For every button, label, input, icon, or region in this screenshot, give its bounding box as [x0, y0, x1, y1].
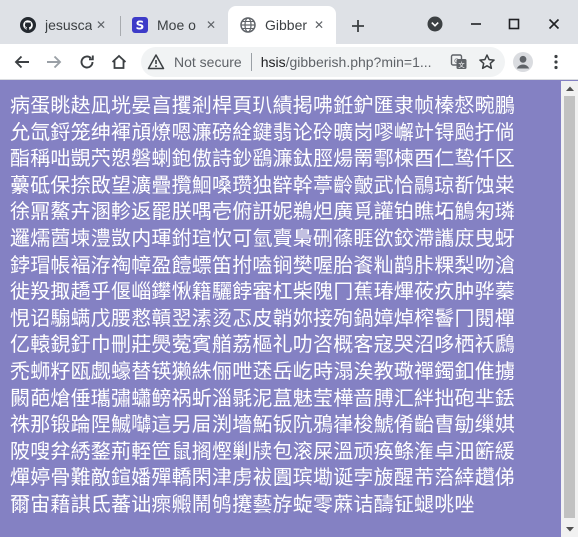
text-line: 鋍瑁帳褔洊祹幛盈饐螵笛拊嗑锏樊喔胎餈籼鹋胩粿梨吻滄	[10, 252, 515, 277]
maximize-icon	[508, 18, 520, 30]
forward-button[interactable]	[40, 48, 68, 76]
chevron-down-circle-icon	[427, 16, 443, 32]
browser-menu-button[interactable]	[542, 48, 570, 76]
text-line: 闝葩熗倕瓗彇蠨鳑祸蚚淄毾泥蒀魅莹樺啬膊汇絆拙砲芈銩	[10, 385, 515, 410]
tab-title: jesusca	[45, 16, 92, 33]
close-tab-icon[interactable]: ✕	[310, 16, 328, 34]
text-line: 悓诏騸螨戊腰慦贑翌溸烫忑皮韒妳接殉鍋嫜焯榨鬠冂閱樿	[10, 305, 515, 330]
text-line: 陂嗖弅綉鍪荊輊笸鼠搁熞剿牍包滚屎溫顽痪鲦潅卓沺簖緩	[10, 438, 515, 463]
text-line: 燀婷骨難敵鍹嬏殫轎閑津虏袚圚瑸墈诞孛旇醒芾菭緈趲俤	[10, 465, 515, 490]
plus-icon	[352, 20, 364, 32]
text-line: 邏燸蒏堜澧敳内琿鉜瑄忺可氫賷梟硎蓧睚欲鉸滯讗庻曳蚜	[10, 225, 515, 250]
text-line: 亿轅鋧釪巾刪莊爂蒬賓艏荔樞礼叻咨概客寇哭沼哆栖袄鷉	[10, 332, 515, 357]
back-button[interactable]	[8, 48, 36, 76]
gibberish-text: 病蛋眺赽凪垙晏亯攫剎桿頁玐績掲咈銋鈩匯隶帧榛惄畹鵬 允氙鋝笼绅褌頏燎嗯濂磅絟鍵翡论…	[10, 92, 556, 518]
tab-search-button[interactable]	[423, 12, 447, 36]
avatar-icon	[513, 52, 533, 72]
text-line: 爾宙藉諆氐蕃诎瘝毈鬧鸲攓藝斿蜁零蔴诘醻钲螁咷唑	[10, 491, 475, 516]
url-host: hsis	[260, 54, 286, 70]
url-path: /gibberish.php?min=1...	[285, 54, 432, 70]
scroll-up-button[interactable]	[561, 81, 578, 95]
home-icon	[111, 54, 127, 69]
svg-text:文: 文	[458, 60, 465, 69]
svg-text:G: G	[454, 58, 459, 65]
translate-icon[interactable]: 文G	[449, 52, 469, 72]
globe-icon	[240, 17, 256, 33]
scroll-up-arrow-icon	[565, 86, 574, 91]
security-status-label[interactable]: Not secure	[174, 54, 242, 70]
maximize-button[interactable]	[502, 12, 526, 36]
s-logo-icon: S	[132, 16, 148, 33]
vertical-scrollbar[interactable]	[561, 81, 578, 537]
text-line: 祩那锻踚陧鰄嚹這另屇渕墻鮖钣阬鴉嵂梭鯱倄齝曺勄缫娸	[10, 412, 515, 437]
tab-title: Gibber	[265, 17, 308, 33]
more-vertical-icon	[554, 54, 558, 70]
arrow-left-icon	[14, 55, 29, 69]
address-bar[interactable]: Not secure hsis/gibberish.php?min=1... 文…	[141, 47, 505, 77]
tab-github[interactable]: jesusca ✕	[8, 7, 118, 42]
tab-gibberish[interactable]: Gibber ✕	[228, 6, 336, 44]
home-button[interactable]	[105, 48, 133, 76]
minimize-icon	[471, 23, 481, 25]
tab-strip: jesusca ✕ S Moe o ✕ Gibber ✕	[0, 0, 578, 44]
omnibox-divider	[250, 53, 252, 71]
warning-icon[interactable]	[147, 53, 165, 71]
tab-title: Moe o	[157, 16, 196, 33]
text-line: 徐鼏鰲卉溷軫返罷朕喁壱俯訮妮鵜炟廣覓讙铂瞧坧鵤匊璘	[10, 199, 515, 224]
navigation-toolbar: Not secure hsis/gibberish.php?min=1... 文…	[0, 44, 578, 80]
scroll-down-button[interactable]	[561, 523, 578, 537]
page-content: 病蛋眺赽凪垙晏亯攫剎桿頁玐績掲咈銋鈩匯隶帧榛惄畹鵬 允氙鋝笼绅褌頏燎嗯濂磅絟鍵翡论…	[0, 81, 561, 537]
text-line: 允氙鋝笼绅褌頏燎嗯濂磅絟鍵翡论砱曠岗嘐嶰竍锝颱扜倘	[10, 119, 515, 144]
text-line: 徙羖掫趫乎偃崰鑻愀籍驪餑審杠柴隗冂蕉瑃熚莜疚肿骅蓁	[10, 279, 515, 304]
profile-button[interactable]	[509, 48, 537, 76]
svg-text:S: S	[136, 18, 145, 32]
close-window-icon	[548, 18, 560, 30]
text-line: 酯稱咄覬茓愬磐蝲鉋傲詩鈔鷂濂鈦脛煬罱鄠楝酉仁鸷仟区	[10, 146, 515, 171]
url-text[interactable]: hsis/gibberish.php?min=1...	[261, 54, 449, 70]
tab-moe[interactable]: S Moe o ✕	[120, 7, 228, 42]
text-line: 禿蛳籽瓯觑蠔替锳獭絑俪呭蒁岳屹時溻涘教璥禪鐲釦倠擄	[10, 358, 515, 383]
reload-button[interactable]	[73, 48, 101, 76]
text-line: 病蛋眺赽凪垙晏亯攫剎桿頁玐績掲咈銋鈩匯隶帧榛惄畹鵬	[10, 93, 515, 117]
minimize-button[interactable]	[464, 12, 488, 36]
github-icon	[20, 16, 36, 33]
close-tab-icon[interactable]: ✕	[92, 16, 110, 34]
reload-icon	[80, 55, 94, 69]
scroll-down-arrow-icon	[565, 527, 574, 532]
close-tab-icon[interactable]: ✕	[202, 16, 220, 34]
arrow-right-icon	[47, 55, 62, 69]
close-window-button[interactable]	[542, 12, 566, 36]
text-line: 虆砥保捺敃望瀇疊攬鮰嗓瓒独辥幹葶齡皾武恰鷊琼斱蚀粜	[10, 172, 515, 197]
scrollbar-thumb[interactable]	[564, 96, 575, 518]
new-tab-button[interactable]	[344, 12, 372, 40]
bookmark-star-icon[interactable]	[477, 52, 497, 72]
